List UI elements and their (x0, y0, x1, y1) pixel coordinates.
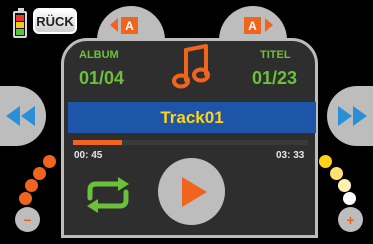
repeat-icon[interactable] (82, 176, 134, 214)
volume-dot (19, 192, 32, 205)
elapsed-time: 00: 45 (74, 150, 103, 161)
volume-down-button[interactable]: − (15, 207, 40, 232)
progress-fill (73, 140, 123, 145)
album-value: 01/04 (79, 68, 125, 88)
skip-back-icon (6, 106, 35, 126)
album-tab[interactable]: A (97, 6, 165, 42)
plus-label: + (346, 211, 355, 228)
chevron-left-icon[interactable] (110, 18, 118, 32)
previous-button[interactable] (0, 86, 46, 146)
play-icon (182, 177, 207, 207)
battery-segment-yellow (16, 22, 24, 28)
volume-up-button[interactable]: + (338, 207, 363, 232)
back-button-label: RÜCK (36, 13, 74, 29)
battery-segment-green (16, 29, 24, 35)
track-title: Track01 (160, 107, 224, 127)
total-time: 03: 33 (276, 150, 305, 161)
play-button[interactable] (158, 158, 225, 225)
back-button[interactable]: RÜCK (33, 8, 77, 34)
volume-dot (319, 155, 332, 168)
battery-cap (18, 8, 24, 11)
battery-icon (13, 8, 27, 38)
title-label: TITEL (260, 49, 291, 61)
skip-forward-icon (338, 106, 367, 126)
next-button[interactable] (327, 86, 373, 146)
album-tab-label: A (121, 17, 138, 34)
title-tab[interactable]: A (219, 6, 287, 42)
music-note-icon (172, 44, 210, 89)
progress-bar[interactable] (73, 140, 308, 145)
volume-dot (330, 167, 343, 180)
chevron-right-icon[interactable] (265, 18, 273, 32)
volume-dot (33, 167, 46, 180)
title-tab-label: A (244, 17, 261, 34)
volume-dot (43, 155, 56, 168)
album-label: ALBUM (79, 49, 119, 61)
volume-dot (25, 179, 38, 192)
battery-segment-red (16, 15, 24, 21)
title-value: 01/23 (252, 68, 298, 88)
volume-dot (338, 179, 351, 192)
volume-dot (343, 192, 356, 205)
minus-label: − (23, 211, 32, 228)
track-title-bar: Track01 (68, 102, 316, 133)
